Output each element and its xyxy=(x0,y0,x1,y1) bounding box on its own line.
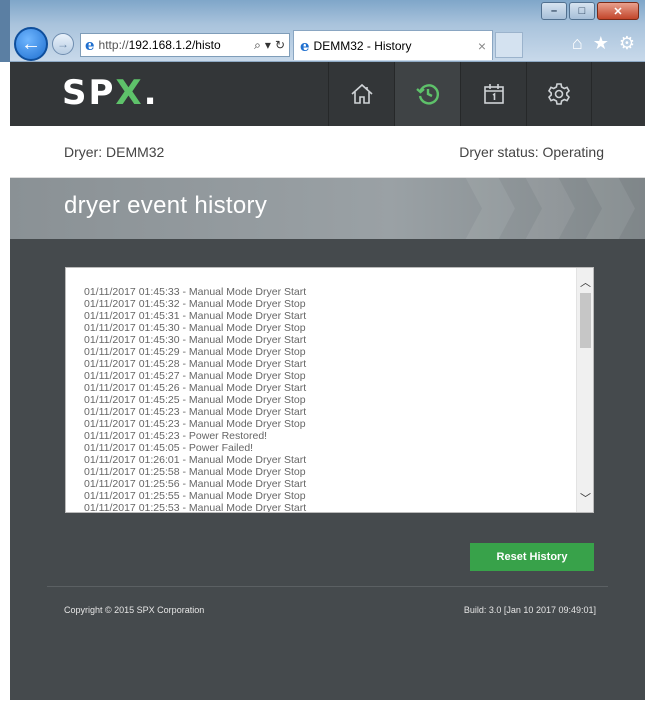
log-entry: 01/11/2017 01:25:53 - Manual Mode Dryer … xyxy=(84,502,307,513)
scroll-up-icon[interactable]: ︿ xyxy=(577,274,593,290)
close-tab-icon[interactable]: × xyxy=(478,38,486,54)
log-entry: 01/11/2017 01:45:05 - Power Failed! xyxy=(84,442,254,454)
new-tab-button[interactable] xyxy=(495,32,523,58)
log-entry: 01/11/2017 01:45:31 - Manual Mode Dryer … xyxy=(84,310,307,322)
log-entry: 01/11/2017 01:25:58 - Manual Mode Dryer … xyxy=(84,466,306,478)
decorative-chevron xyxy=(515,178,575,239)
log-entry: 01/11/2017 01:45:33 - Manual Mode Dryer … xyxy=(84,286,307,298)
nav-settings[interactable] xyxy=(526,62,592,126)
log-entry: 01/11/2017 01:45:28 - Manual Mode Dryer … xyxy=(84,358,307,370)
dryer-name: Dryer: DEMM32 xyxy=(64,143,165,160)
ie-icon: e xyxy=(85,36,95,54)
favorites-star-icon[interactable]: ★ xyxy=(593,33,609,54)
ie-icon: e xyxy=(300,36,310,55)
nav-history[interactable] xyxy=(394,62,460,126)
log-entry: 01/11/2017 01:45:23 - Manual Mode Dryer … xyxy=(84,406,307,418)
tools-gear-icon[interactable]: ⚙ xyxy=(619,33,635,54)
dryer-status: Dryer status: Operating xyxy=(459,143,604,160)
address-bar[interactable]: e http://192.168.1.2/histo ⌕ ▾ ↻ xyxy=(80,33,290,57)
nav-home[interactable] xyxy=(328,62,394,126)
window-edge xyxy=(0,0,10,62)
scroll-thumb[interactable] xyxy=(580,293,591,348)
minimize-icon[interactable]: – xyxy=(541,2,567,20)
log-entry: 01/11/2017 01:45:23 - Power Restored! xyxy=(84,430,268,442)
event-log-list[interactable]: 01/11/2017 01:45:33 - Manual Mode Dryer … xyxy=(65,267,594,513)
status-bar: Dryer: DEMM32 Dryer status: Operating xyxy=(10,126,645,178)
log-entry: 01/11/2017 01:45:25 - Manual Mode Dryer … xyxy=(84,394,306,406)
search-icon[interactable]: ⌕ xyxy=(254,38,261,53)
log-entry: 01/11/2017 01:25:55 - Manual Mode Dryer … xyxy=(84,490,306,502)
back-arrow-icon[interactable]: ← xyxy=(14,27,48,61)
log-entry: 01/11/2017 01:45:30 - Manual Mode Dryer … xyxy=(84,322,306,334)
page-title: dryer event history xyxy=(64,192,268,219)
bottom-edge xyxy=(10,700,645,710)
tab-history[interactable]: e DEMM32 - History × xyxy=(293,30,493,60)
close-icon[interactable]: ✕ xyxy=(597,2,639,20)
history-icon xyxy=(415,84,439,105)
refresh-icon[interactable]: ↻ xyxy=(275,38,285,53)
reset-history-button[interactable]: Reset History xyxy=(470,543,594,571)
log-entry: 01/11/2017 01:45:29 - Manual Mode Dryer … xyxy=(84,346,306,358)
scroll-down-icon[interactable]: ﹀ xyxy=(577,490,593,506)
copyright-text: Copyright © 2015 SPX Corporation xyxy=(64,605,205,615)
gear-icon xyxy=(547,83,571,105)
build-info: Build: 3.0 [Jan 10 2017 09:49:01] xyxy=(463,605,596,615)
tab-title: DEMM32 - History xyxy=(313,38,412,53)
home-icon[interactable]: ⌂ xyxy=(572,33,583,54)
maximize-icon[interactable]: □ xyxy=(569,2,595,20)
browser-chrome: – □ ✕ ← → e http://192.168.1.2/histo ⌕ ▾… xyxy=(0,0,645,62)
log-entry: 01/11/2017 01:45:27 - Manual Mode Dryer … xyxy=(84,370,306,382)
nav-calendar[interactable] xyxy=(460,62,526,126)
main-nav xyxy=(328,62,592,126)
event-log-lines: 01/11/2017 01:45:33 - Manual Mode Dryer … xyxy=(84,286,307,513)
calendar-icon xyxy=(483,84,504,104)
window-controls: – □ ✕ xyxy=(539,2,639,20)
main-content: 01/11/2017 01:45:33 - Manual Mode Dryer … xyxy=(10,239,645,710)
log-entry: 01/11/2017 01:26:01 - Manual Mode Dryer … xyxy=(84,454,307,466)
log-entry: 01/11/2017 01:45:26 - Manual Mode Dryer … xyxy=(84,382,307,394)
home-icon xyxy=(350,83,373,104)
scrollbar[interactable]: ︿ ﹀ xyxy=(576,268,593,512)
log-entry: 01/11/2017 01:45:32 - Manual Mode Dryer … xyxy=(84,298,306,310)
log-entry: 01/11/2017 01:25:56 - Manual Mode Dryer … xyxy=(84,478,307,490)
spx-logo[interactable]: SPX. xyxy=(62,76,159,110)
decorative-chevron xyxy=(575,178,635,239)
footer-divider xyxy=(47,586,608,587)
dropdown-icon[interactable]: ▾ xyxy=(265,38,271,53)
url-text: http://192.168.1.2/histo xyxy=(98,38,221,52)
decorative-chevron xyxy=(455,178,515,239)
forward-arrow-icon[interactable]: → xyxy=(52,33,74,55)
log-entry: 01/11/2017 01:45:23 - Manual Mode Dryer … xyxy=(84,418,306,430)
app-header: SPX. xyxy=(10,62,645,126)
log-entry: 01/11/2017 01:45:30 - Manual Mode Dryer … xyxy=(84,334,307,346)
title-band: dryer event history xyxy=(10,178,645,239)
